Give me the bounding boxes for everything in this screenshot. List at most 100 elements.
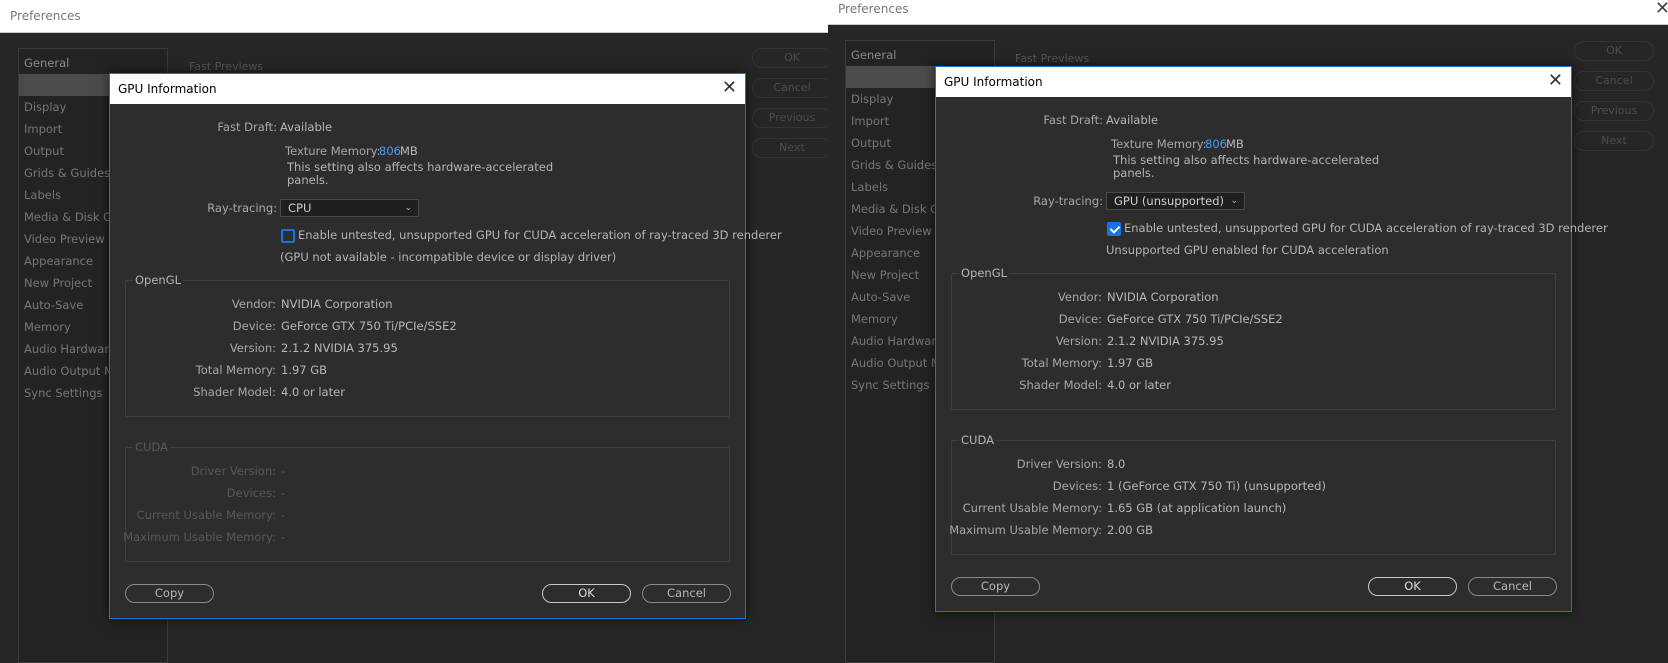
fast-previews-legend: Fast Previews (1015, 52, 1090, 65)
dialog-title: GPU Information (944, 75, 1043, 89)
texture-memory-unit: MB (1226, 137, 1244, 151)
current-usable-memory-label: Current Usable Memory: (136, 508, 276, 522)
total-memory-label: Total Memory: (195, 363, 276, 377)
preferences-next-button[interactable]: Next (752, 138, 828, 158)
fast-draft-value: Available (1106, 113, 1159, 127)
close-icon[interactable]: ✕ (1548, 70, 1563, 91)
gpu-info-dialog-left: GPU Information ✕ Fast Draft: Available … (109, 73, 782, 619)
maximum-usable-memory-label: Maximum Usable Memory: (123, 530, 276, 544)
preferences-next-button[interactable]: Next (1574, 131, 1654, 151)
cuda-legend: CUDA (959, 433, 996, 447)
fast-draft-label: Fast Draft: (217, 120, 277, 134)
shader-model-value: 4.0 or later (281, 385, 345, 399)
texture-memory-value[interactable]: 806 (379, 144, 401, 158)
total-memory-value: 1.97 GB (1107, 356, 1154, 370)
driver-version-label: Driver Version: (1016, 457, 1102, 471)
texture-memory-label: Texture Memory: (285, 144, 381, 158)
device-value: GeForce GTX 750 Ti/PCIe/SSE2 (281, 319, 457, 333)
ray-tracing-select[interactable]: GPU (unsupported) ⌄ (1106, 192, 1245, 210)
dialog-title: GPU Information (118, 82, 217, 96)
chevron-down-icon: ⌄ (404, 203, 412, 213)
preferences-cancel-button[interactable]: Cancel (1574, 71, 1654, 91)
preferences-title-text: Preferences (838, 2, 909, 16)
cuda-unsupported-label[interactable]: Enable untested, unsupported GPU for CUD… (298, 228, 782, 242)
cuda-unsupported-label[interactable]: Enable untested, unsupported GPU for CUD… (1124, 221, 1608, 235)
preferences-cancel-button[interactable]: Cancel (752, 78, 828, 98)
shader-model-value: 4.0 or later (1107, 378, 1171, 392)
fast-draft-label: Fast Draft: (1043, 113, 1103, 127)
ok-button[interactable]: OK (542, 584, 631, 603)
preferences-ok-button[interactable]: OK (752, 48, 828, 68)
close-icon[interactable]: ✕ (1655, 0, 1668, 19)
driver-version-label: Driver Version: (190, 464, 276, 478)
close-icon[interactable]: ✕ (722, 77, 737, 98)
cuda-group: CUDA Driver Version: 8.0 Devices: 1 (GeFor… (949, 433, 1556, 555)
preferences-previous-button[interactable]: Previous (752, 108, 828, 128)
devices-label: Devices: (226, 486, 276, 500)
dialog-content: Fast Draft: Available Texture Memory: 80… (110, 104, 782, 618)
vendor-label: Vendor: (231, 297, 276, 311)
current-usable-memory-label: Current Usable Memory: (962, 501, 1102, 515)
dialog-titlebar: GPU Information ✕ (110, 74, 745, 104)
version-label: Version: (1055, 334, 1102, 348)
cancel-button[interactable]: Cancel (1468, 577, 1557, 596)
texture-memory-value[interactable]: 806 (1205, 137, 1227, 151)
devices-label: Devices: (1052, 479, 1102, 493)
cuda-group: CUDA Driver Version: - Devices: - Current … (123, 440, 730, 562)
current-usable-memory-value: - (281, 508, 286, 522)
texture-memory-unit: MB (400, 144, 418, 158)
gpu-info-dialog-right: GPU Information ✕ Fast Draft: Available … (935, 66, 1608, 612)
maximum-usable-memory-value: - (281, 530, 286, 544)
texture-note-line1: This setting also affects hardware-accel… (1113, 153, 1380, 167)
version-label: Version: (229, 341, 276, 355)
opengl-group: OpenGL Vendor: NVIDIA Corporation Device:… (125, 273, 730, 417)
cuda-unsupported-checkbox[interactable] (1107, 222, 1121, 236)
vendor-value: NVIDIA Corporation (1107, 290, 1219, 304)
preferences-ok-button[interactable]: OK (1574, 41, 1654, 61)
vendor-value: NVIDIA Corporation (281, 297, 393, 311)
device-value: GeForce GTX 750 Ti/PCIe/SSE2 (1107, 312, 1283, 326)
maximum-usable-memory-value: 2.00 GB (1107, 523, 1154, 537)
gpu-status-text: (GPU not available - incompatible device… (280, 250, 617, 264)
device-label: Device: (1058, 312, 1102, 326)
ray-tracing-selected: CPU (288, 201, 312, 215)
ray-tracing-label: Ray-tracing: (207, 201, 277, 215)
copy-button[interactable]: Copy (951, 577, 1040, 596)
device-label: Device: (232, 319, 276, 333)
preferences-previous-button[interactable]: Previous (1574, 101, 1654, 121)
opengl-legend: OpenGL (133, 273, 184, 287)
cancel-button[interactable]: Cancel (642, 584, 731, 603)
total-memory-value: 1.97 GB (281, 363, 328, 377)
opengl-legend: OpenGL (959, 266, 1010, 280)
sidebar-item-general[interactable]: General (19, 52, 167, 74)
gpu-status-text: Unsupported GPU enabled for CUDA acceler… (1106, 243, 1389, 257)
ray-tracing-label: Ray-tracing: (1033, 194, 1103, 208)
texture-note-line2: panels. (1113, 166, 1155, 180)
devices-value: 1 (GeForce GTX 750 Ti) (unsupported) (1107, 479, 1326, 493)
ray-tracing-selected: GPU (unsupported) (1114, 194, 1224, 208)
chevron-down-icon: ⌄ (1230, 196, 1238, 206)
preferences-title: Preferences ✕ (828, 0, 1668, 25)
ok-button[interactable]: OK (1368, 577, 1457, 596)
total-memory-label: Total Memory: (1021, 356, 1102, 370)
dialog-titlebar: GPU Information ✕ (936, 67, 1571, 97)
sidebar-item-general[interactable]: General (846, 44, 994, 66)
ray-tracing-select[interactable]: CPU ⌄ (280, 199, 419, 217)
copy-button[interactable]: Copy (125, 584, 214, 603)
driver-version-value: - (281, 464, 286, 478)
maximum-usable-memory-label: Maximum Usable Memory: (949, 523, 1102, 537)
vendor-label: Vendor: (1057, 290, 1102, 304)
dialog-content: Fast Draft: Available Texture Memory: 80… (936, 97, 1608, 611)
shader-model-label: Shader Model: (193, 385, 276, 399)
texture-note-line1: This setting also affects hardware-accel… (287, 160, 554, 174)
driver-version-value: 8.0 (1107, 457, 1126, 471)
current-usable-memory-value: 1.65 GB (at application launch) (1107, 501, 1287, 515)
cuda-unsupported-checkbox[interactable] (281, 229, 295, 243)
version-value: 2.1.2 NVIDIA 375.95 (1107, 334, 1224, 348)
preferences-title: Preferences (0, 0, 828, 33)
texture-memory-label: Texture Memory: (1111, 137, 1207, 151)
fast-previews-legend: Fast Previews (189, 60, 264, 73)
opengl-group: OpenGL Vendor: NVIDIA Corporation Device:… (951, 266, 1556, 410)
texture-note-line2: panels. (287, 173, 329, 187)
fast-draft-value: Available (280, 120, 333, 134)
